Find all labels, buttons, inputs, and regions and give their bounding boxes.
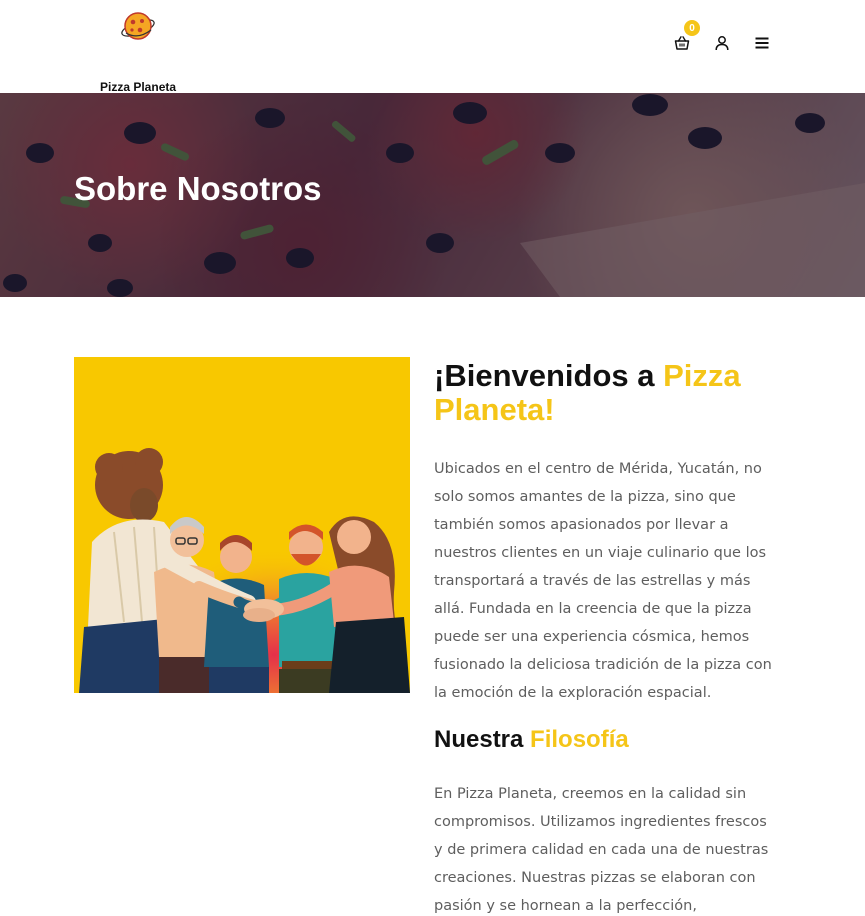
user-icon [715, 36, 729, 51]
about-content: ¡Bienvenidos a Pizza Planeta! Ubicados e… [434, 357, 779, 916]
site-header: Pizza Planeta 0 [0, 0, 865, 94]
welcome-heading-prefix: ¡Bienvenidos a [434, 358, 664, 393]
home-logo-link[interactable]: Pizza Planeta [96, 6, 186, 94]
hamburger-menu-icon [755, 37, 769, 49]
account-button[interactable] [710, 31, 734, 55]
basket-icon [674, 36, 690, 50]
hero-banner: Sobre Nosotros [0, 93, 865, 297]
brand-name: Pizza Planeta [100, 80, 177, 94]
welcome-heading: ¡Bienvenidos a Pizza Planeta! [434, 359, 779, 427]
page-title: Sobre Nosotros [74, 170, 322, 207]
pizza-planet-logo [121, 12, 155, 40]
menu-button[interactable] [750, 31, 774, 55]
philosophy-paragraph: En Pizza Planeta, creemos en la calidad … [434, 786, 769, 914]
team-illustration [74, 357, 410, 693]
intro-paragraph: Ubicados en el centro de Mérida, Yucatán… [434, 461, 772, 701]
cart-count-badge: 0 [684, 20, 700, 36]
philosophy-heading-highlight: Filosofía [530, 726, 629, 753]
philosophy-heading-prefix: Nuestra [434, 726, 531, 753]
philosophy-heading: Nuestra Filosofía [434, 725, 779, 755]
